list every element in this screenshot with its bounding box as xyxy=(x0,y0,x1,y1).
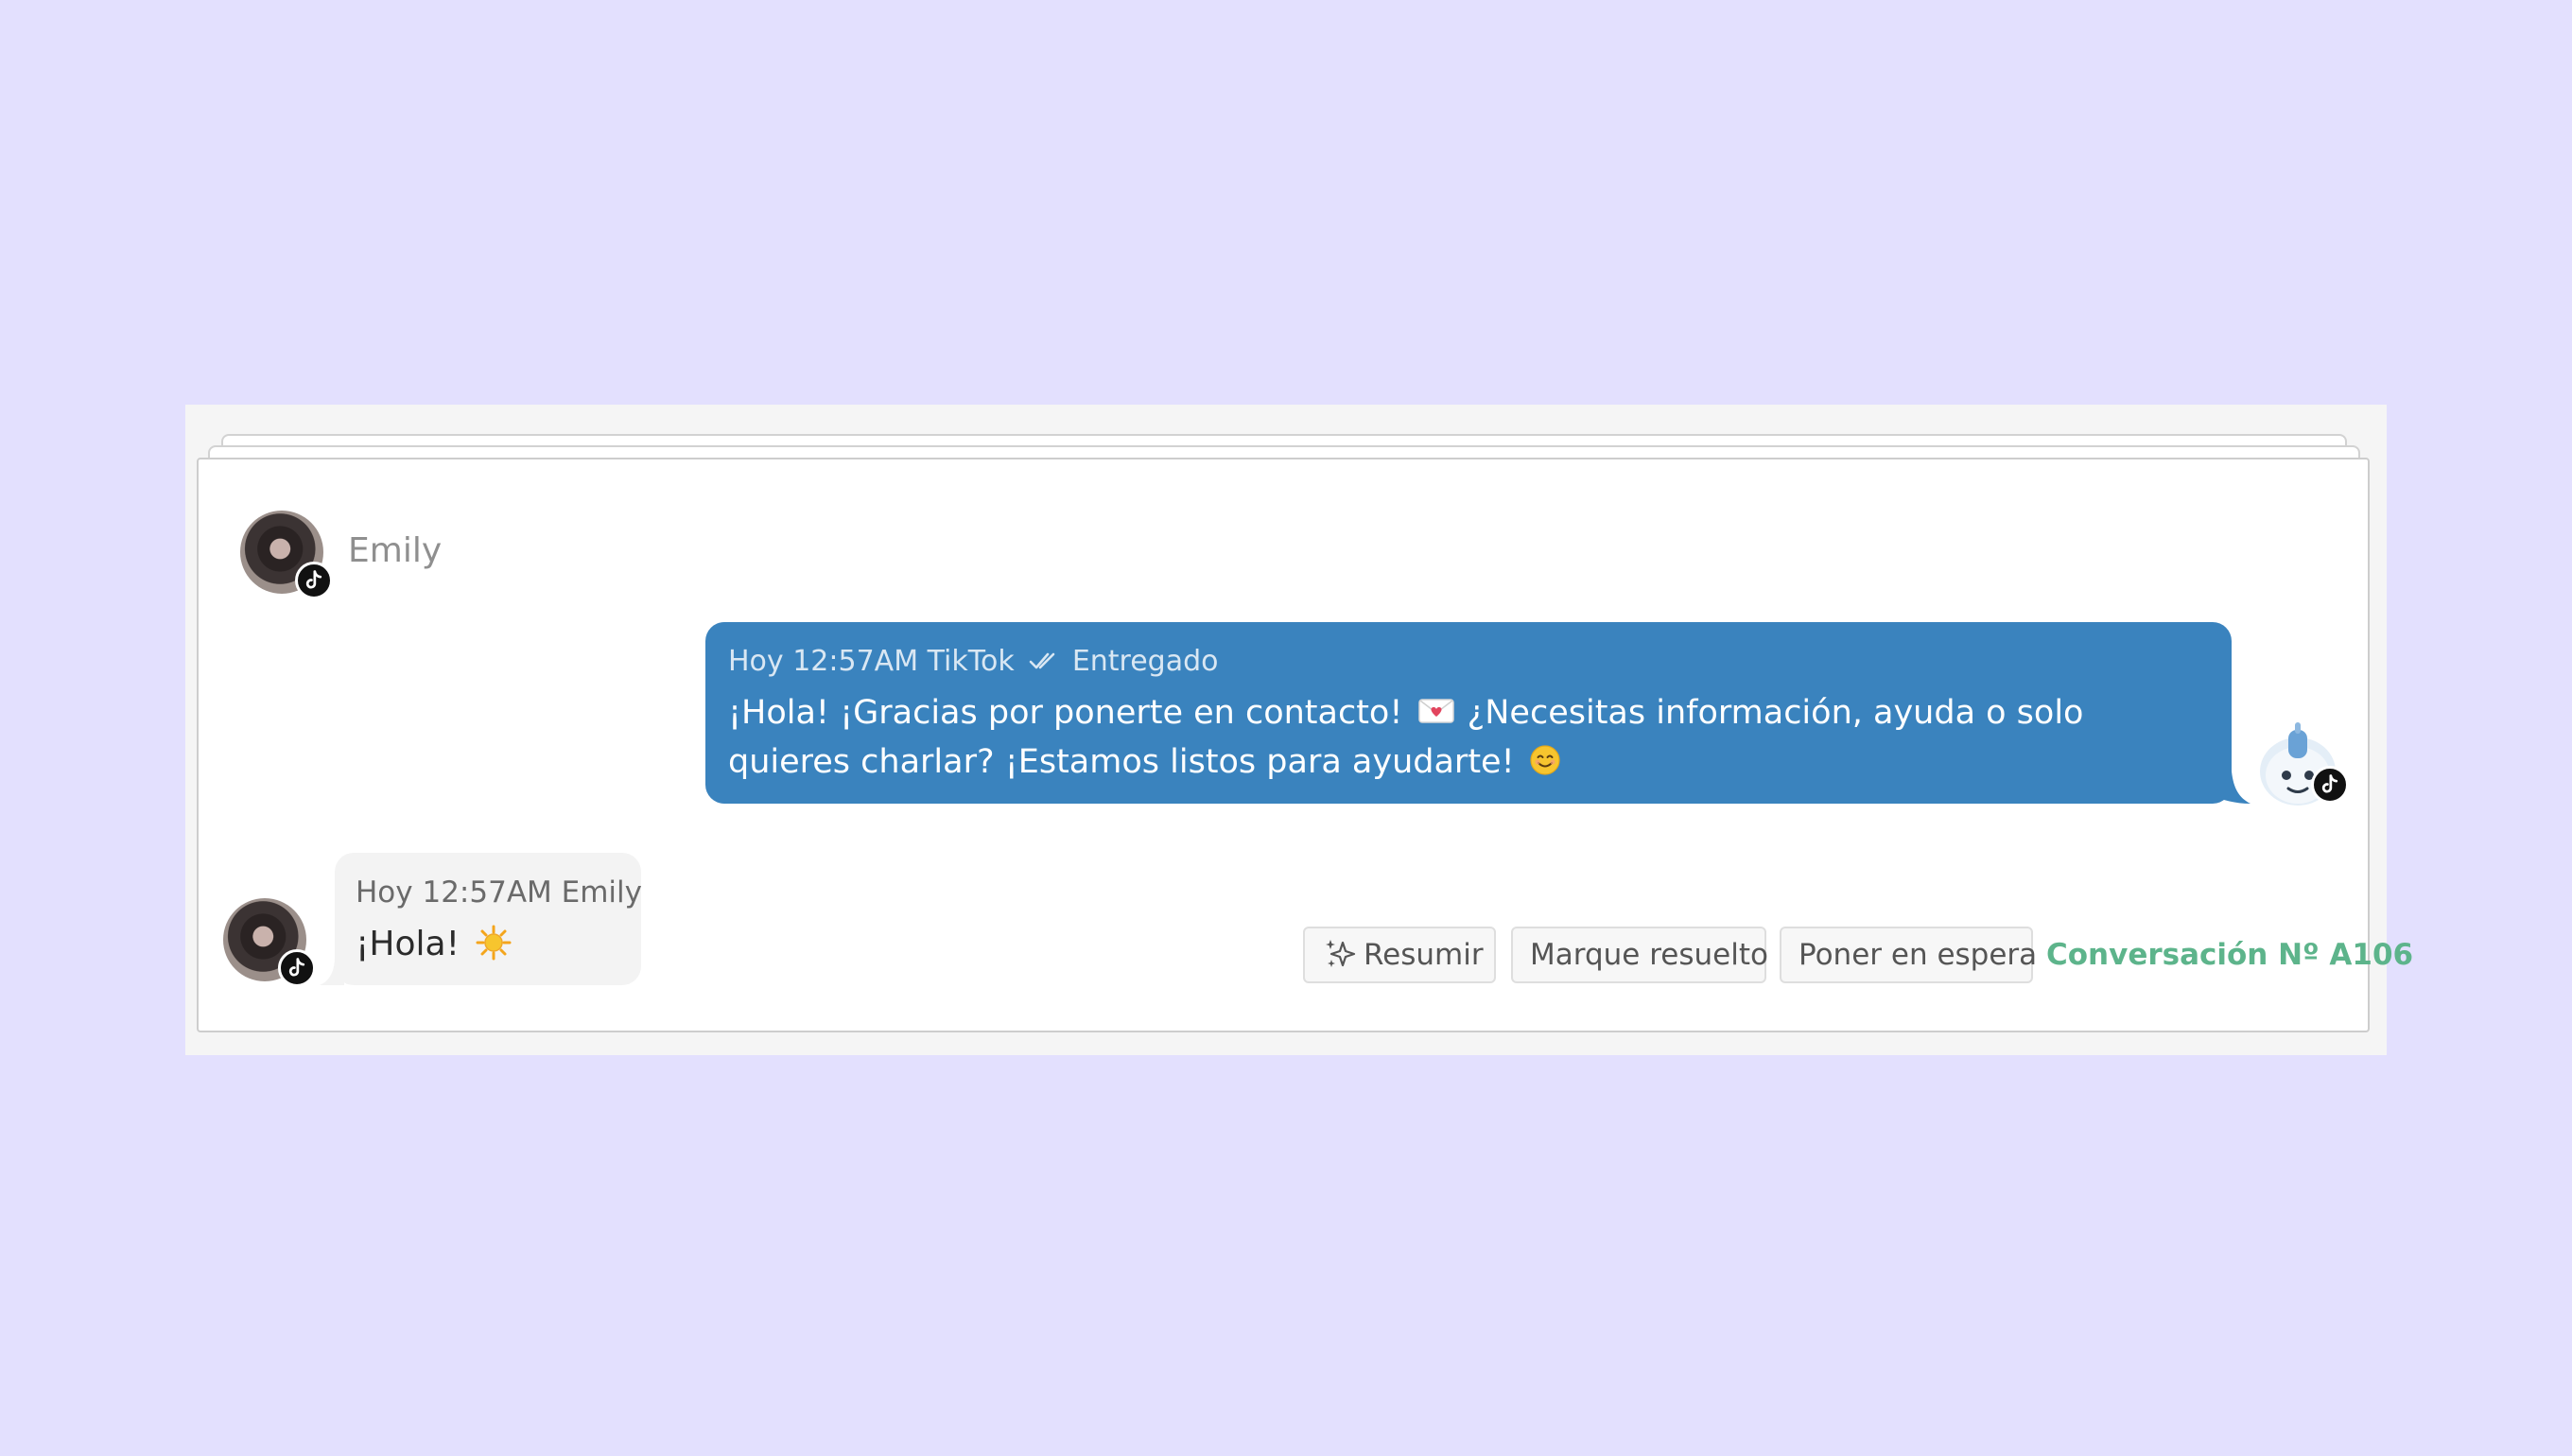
message-day: Hoy xyxy=(356,875,413,910)
incoming-message-text: ¡Hola! xyxy=(356,919,620,970)
outgoing-message-text: ¡Hola! ¡Gracias por ponerte en contacto!… xyxy=(728,688,2146,787)
smiling-face-icon xyxy=(1530,745,1560,775)
conversation-number[interactable]: Conversación Nº A106 xyxy=(2046,930,2413,979)
conversation-panel: Emily Hoy 12:57AM TikTok Entregado ¡Hola… xyxy=(185,405,2413,1055)
sparkles-icon xyxy=(1326,939,1356,967)
message-text-part1: ¡Hola! ¡Gracias por ponerte en contacto! xyxy=(728,694,1403,732)
contact-name: Emily xyxy=(348,531,443,570)
summarize-button[interactable]: Resumir xyxy=(1303,927,1496,983)
tiktok-icon xyxy=(2311,766,2349,804)
incoming-message-meta: Hoy 12:57AM Emily xyxy=(356,874,642,911)
summarize-label: Resumir xyxy=(1364,938,1484,972)
message-time: 12:57AM xyxy=(422,875,552,910)
message-text: ¡Hola! xyxy=(356,925,461,963)
sun-icon xyxy=(476,925,512,961)
incoming-message-bubble[interactable]: Hoy 12:57AM Emily ¡Hola! xyxy=(335,853,642,985)
outgoing-message-meta: Hoy 12:57AM TikTok Entregado xyxy=(728,643,2209,681)
tiktok-icon xyxy=(295,562,333,599)
message-sender: Emily xyxy=(561,875,642,910)
outgoing-message-bubble[interactable]: Hoy 12:57AM TikTok Entregado ¡Hola! ¡Gra… xyxy=(705,622,2232,804)
put-on-hold-button[interactable]: Poner en espera xyxy=(1780,927,2037,983)
conversation-card: Emily Hoy 12:57AM TikTok Entregado ¡Hola… xyxy=(197,458,2413,1032)
message-time: 12:57AM xyxy=(792,645,919,678)
tiktok-icon xyxy=(278,949,316,987)
delivery-status: Entregado xyxy=(1071,645,1219,678)
mark-resolved-button[interactable]: Marque resuelto xyxy=(1511,927,1768,983)
love-letter-icon xyxy=(1417,699,1454,723)
message-day: Hoy xyxy=(728,645,784,678)
message-channel: TikTok xyxy=(927,645,1015,678)
double-check-icon xyxy=(1029,652,1055,668)
